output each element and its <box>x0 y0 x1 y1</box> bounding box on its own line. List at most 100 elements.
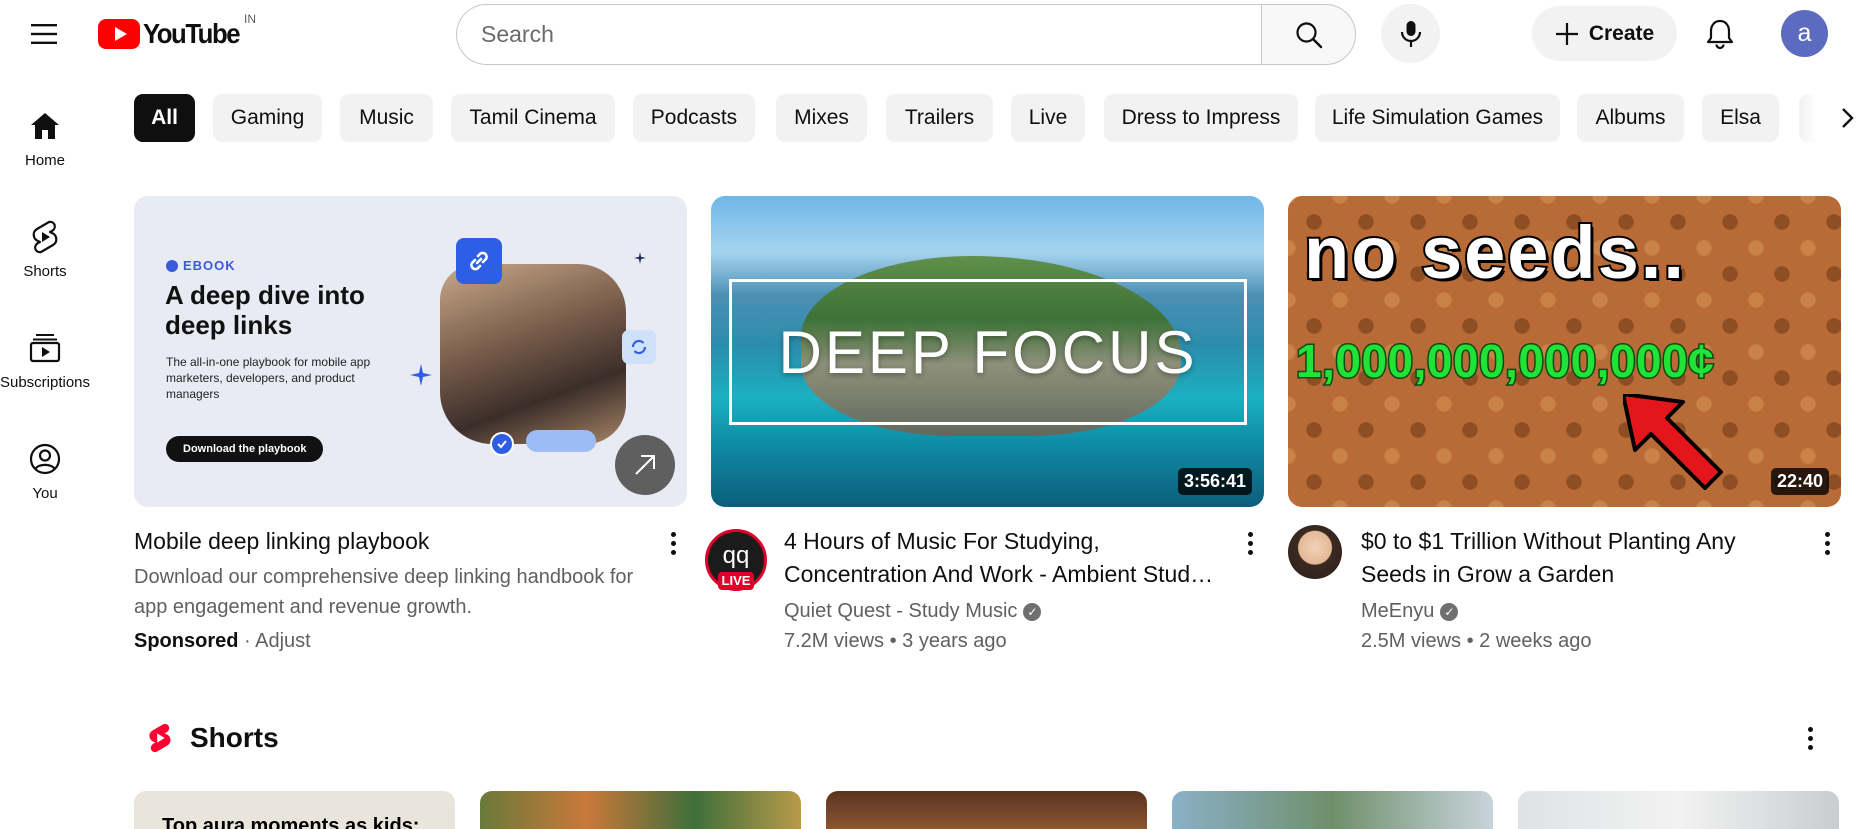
chip-tamil-cinema[interactable]: Tamil Cinema <box>451 94 615 142</box>
view-count: 2.5M views <box>1361 630 1462 652</box>
channel-line: Quiet Quest - Study Music ✓ <box>784 596 1264 626</box>
ad-headline: A deep dive into deep links <box>165 280 365 340</box>
verified-check-icon: ✓ <box>1440 603 1459 621</box>
separator-dot: • <box>1461 630 1480 652</box>
ad-description: Download our comprehensive deep linking … <box>134 566 634 618</box>
chip-trailers[interactable]: Trailers <box>886 94 993 142</box>
sidebar-item-label: Home <box>24 152 65 169</box>
sidebar-item-label: Subscriptions <box>0 374 91 391</box>
subscriptions-icon <box>29 334 61 363</box>
chip-elsa[interactable]: Elsa <box>1702 94 1779 142</box>
sidebar-item-label: You <box>32 485 58 502</box>
upload-age: 3 years ago <box>902 630 1007 652</box>
video-meta: $0 to $1 Trillion Without Planting Any S… <box>1288 525 1841 656</box>
chip-gaming[interactable]: Gaming <box>213 94 322 142</box>
upload-age: 2 weeks ago <box>1479 630 1592 652</box>
country-code: IN <box>244 12 256 26</box>
thumbnail-text-line2: 1,000,000,000,000¢ <box>1294 334 1715 389</box>
video-stats: 7.2M views • 3 years ago <box>784 626 1264 656</box>
short-card[interactable] <box>480 791 801 829</box>
open-link-button[interactable] <box>615 435 675 495</box>
arrow-up-right-icon <box>635 455 655 475</box>
chip-dress-to-impress[interactable]: Dress to Impress <box>1104 94 1298 142</box>
ad-meta: Mobile deep linking playbook Download ou… <box>134 525 687 656</box>
search-input[interactable] <box>456 4 1261 65</box>
separator-dot: • <box>884 630 903 652</box>
sync-icon <box>622 330 656 364</box>
chip-scroll-next-button[interactable] <box>1800 94 1857 142</box>
video-more-actions-button[interactable] <box>1236 525 1264 561</box>
channel-line: MeEnyu ✓ <box>1361 596 1841 626</box>
ad-card: EBOOK A deep dive into deep links The al… <box>134 196 687 656</box>
channel-avatar[interactable]: qq LIVE <box>705 529 767 591</box>
ad-sponsor-line: Sponsored · Adjust <box>134 626 687 656</box>
thumbnail-text-line1: no seeds.. <box>1302 209 1686 296</box>
ad-body-text: The all-in-one playbook for mobile app m… <box>166 355 371 401</box>
search-icon <box>1295 21 1322 48</box>
ad-more-actions-button[interactable] <box>659 525 687 561</box>
chip-all[interactable]: All <box>134 94 195 142</box>
ad-brand-label: EBOOK <box>166 258 236 273</box>
chip-albums[interactable]: Albums <box>1577 94 1684 142</box>
create-button[interactable]: Create <box>1532 6 1677 61</box>
video-stats: 2.5M views • 2 weeks ago <box>1361 626 1841 656</box>
search-button[interactable] <box>1261 4 1356 65</box>
advertiser-name[interactable]: Adjust <box>255 630 311 652</box>
sponsored-badge: Sponsored <box>134 630 239 652</box>
video-thumbnail[interactable]: DEEP FOCUS 3:56:41 <box>711 196 1264 507</box>
sparkle-icon <box>634 252 646 264</box>
chip-live[interactable]: Live <box>1011 94 1085 142</box>
shorts-logo-icon <box>149 723 171 753</box>
video-more-actions-button[interactable] <box>1813 525 1841 561</box>
red-arrow-icon <box>1623 394 1723 490</box>
short-card[interactable] <box>1518 791 1839 829</box>
plus-icon <box>1555 22 1578 45</box>
duration-badge: 22:40 <box>1770 468 1829 495</box>
youtube-logo[interactable]: YouTube <box>98 18 247 50</box>
channel-name[interactable]: Quiet Quest - Study Music <box>784 600 1017 622</box>
short-card[interactable] <box>826 791 1147 829</box>
check-badge-icon <box>490 432 514 456</box>
logo-wordmark: YouTube <box>143 18 241 49</box>
video-title[interactable]: 4 Hours of Music For Studying, Concentra… <box>784 525 1264 591</box>
short-caption: Top aura moments as kids: <box>162 815 420 829</box>
channel-avatar-initials: qq <box>722 542 750 569</box>
ad-thumbnail[interactable]: EBOOK A deep dive into deep links The al… <box>134 196 687 507</box>
video-card: no seeds.. 1,000,000,000,000¢ 22:40 $0 t… <box>1288 196 1841 656</box>
voice-search-button[interactable] <box>1381 4 1440 63</box>
chip-podcasts[interactable]: Podcasts <box>633 94 755 142</box>
short-card[interactable]: Top aura moments as kids: <box>134 791 455 829</box>
chip-mixes[interactable]: Mixes <box>776 94 867 142</box>
short-card[interactable] <box>1172 791 1493 829</box>
live-badge: LIVE <box>718 572 754 590</box>
chip-music[interactable]: Music <box>340 94 433 142</box>
bell-icon <box>1706 19 1734 49</box>
duration-badge: 3:56:41 <box>1177 468 1252 495</box>
video-meta: qq LIVE 4 Hours of Music For Studying, C… <box>705 525 1264 656</box>
guide-menu-button[interactable] <box>20 12 68 56</box>
chip-life-simulation-games[interactable]: Life Simulation Games <box>1315 94 1560 142</box>
separator-dot: · <box>244 630 256 652</box>
channel-avatar[interactable] <box>1288 525 1342 579</box>
channel-name[interactable]: MeEnyu <box>1361 600 1434 622</box>
view-count: 7.2M views <box>784 630 885 652</box>
notifications-button[interactable] <box>1694 8 1746 60</box>
ad-title[interactable]: Mobile deep linking playbook <box>134 525 687 558</box>
hamburger-icon <box>31 24 57 44</box>
account-avatar[interactable]: a <box>1781 10 1828 57</box>
search-box <box>456 4 1356 65</box>
sidebar-item-shorts[interactable]: Shorts <box>0 201 90 297</box>
ad-thumb-cta: Download the playbook <box>166 436 324 462</box>
ad-person-photo <box>440 264 626 444</box>
sidebar-item-you[interactable]: You <box>0 423 90 519</box>
sidebar-item-home[interactable]: Home <box>0 90 90 186</box>
shorts-icon <box>32 220 58 254</box>
shorts-more-actions-button[interactable] <box>1796 720 1824 756</box>
video-title[interactable]: $0 to $1 Trillion Without Planting Any S… <box>1361 525 1841 591</box>
you-icon <box>29 443 61 475</box>
verified-check-icon: ✓ <box>1023 603 1042 621</box>
video-thumbnail[interactable]: no seeds.. 1,000,000,000,000¢ 22:40 <box>1288 196 1841 507</box>
sidebar-item-subscriptions[interactable]: Subscriptions <box>0 312 90 408</box>
sidebar-item-label: Shorts <box>23 263 67 280</box>
chevron-right-icon <box>1842 108 1854 128</box>
